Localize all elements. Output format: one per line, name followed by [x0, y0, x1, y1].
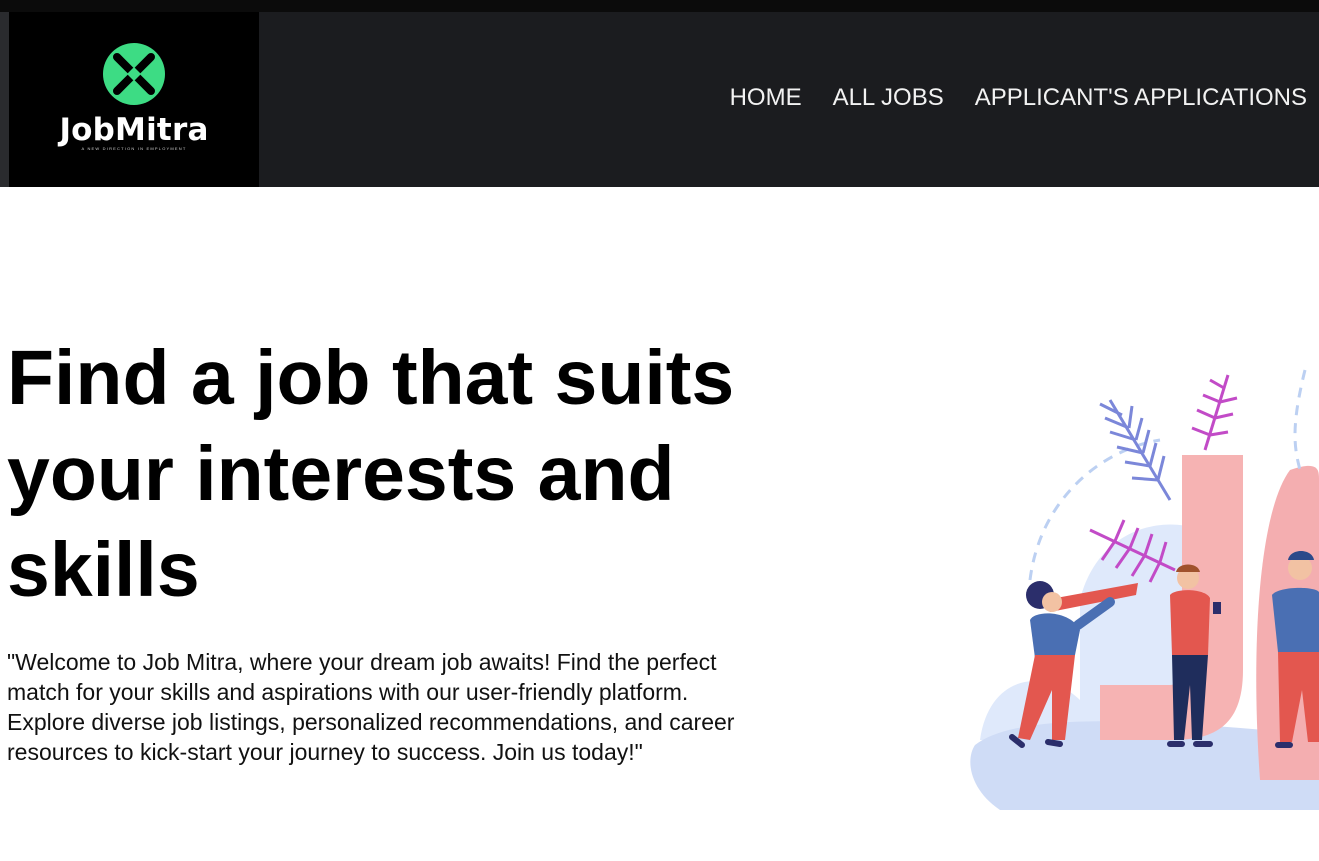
nav-home-link[interactable]: HOME — [730, 84, 802, 112]
navbar: JobMitra A NEW DIRECTION IN EMPLOYMENT H… — [0, 12, 1319, 187]
job-search-illustration-icon — [970, 369, 1319, 810]
logo[interactable]: JobMitra A NEW DIRECTION IN EMPLOYMENT — [9, 12, 259, 187]
logo-tagline: A NEW DIRECTION IN EMPLOYMENT — [81, 146, 187, 151]
top-strip — [0, 0, 1319, 12]
logo-x-icon — [103, 43, 165, 105]
nav-all-jobs-link[interactable]: ALL JOBS — [833, 84, 944, 112]
main-nav: HOME ALL JOBS APPLICANT'S APPLICATIONS — [730, 84, 1307, 112]
navbar-edge — [0, 12, 9, 187]
nav-applicants-applications-link[interactable]: APPLICANT'S APPLICATIONS — [975, 84, 1307, 112]
hero-description: "Welcome to Job Mitra, where your dream … — [7, 649, 735, 765]
hero-title: Find a job that suits your interests and… — [7, 335, 735, 613]
logo-text: JobMitra — [59, 112, 209, 148]
